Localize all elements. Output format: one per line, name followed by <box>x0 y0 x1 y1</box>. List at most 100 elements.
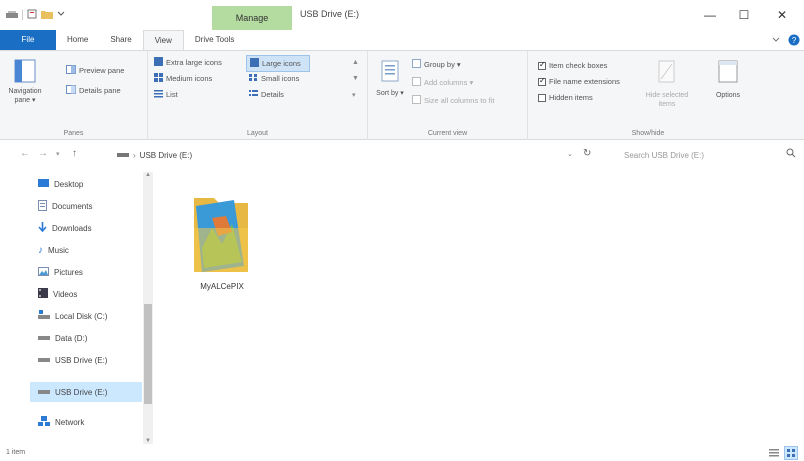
item-check-boxes-option[interactable]: Item check boxes <box>538 60 607 70</box>
small-icons-icon <box>249 73 258 84</box>
sidebar-item-network[interactable]: Network <box>30 412 142 432</box>
sidebar-item-pictures[interactable]: Pictures <box>30 262 142 282</box>
layout-item-label: List <box>166 90 178 99</box>
breadcrumb-separator-icon[interactable]: › <box>133 151 136 160</box>
preview-pane-icon <box>66 65 76 76</box>
forward-arrow-icon[interactable]: → <box>38 148 48 159</box>
drive-icon <box>38 333 50 343</box>
size-all-columns-button[interactable]: Size all columns to fit <box>412 95 494 106</box>
address-dropdown-icon[interactable]: ⌄ <box>567 150 573 158</box>
help-icon[interactable]: ? <box>788 34 800 48</box>
tab-home[interactable]: Home <box>56 30 99 50</box>
manage-tab[interactable]: Manage <box>212 6 292 30</box>
hidden-items-label: Hidden items <box>549 93 593 102</box>
scroll-up-icon[interactable]: ▲ <box>143 172 153 178</box>
sidebar-item-label: Data (D:) <box>55 333 88 343</box>
window-title: USB Drive (E:) <box>300 9 360 19</box>
sidebar-item-desktop[interactable]: Desktop <box>30 174 142 194</box>
group-by-label: Group by ▾ <box>424 60 461 69</box>
show-hide-group-label: Show/hide <box>631 130 665 137</box>
list-item[interactable]: MyALCePIX <box>190 182 254 291</box>
chevron-down-icon[interactable] <box>57 10 65 20</box>
hidden-items-checkbox[interactable] <box>538 93 546 102</box>
maximize-button[interactable]: ☐ <box>730 5 758 25</box>
new-folder-icon[interactable] <box>41 9 53 21</box>
search-input[interactable]: Search USB Drive (E:) <box>624 151 704 160</box>
layout-list[interactable]: List <box>154 89 178 100</box>
ribbon: Navigation pane ▾ Preview pane Details p… <box>0 50 804 140</box>
search-icon[interactable] <box>786 148 796 160</box>
properties-icon[interactable] <box>27 9 37 21</box>
group-by-icon <box>412 59 421 70</box>
options-label: Options <box>715 92 741 99</box>
layout-scroll-down-icon[interactable]: ▼ <box>352 75 359 82</box>
tab-view[interactable]: View <box>142 30 184 50</box>
sidebar-item-label: Local Disk (C:) <box>55 311 108 321</box>
sidebar-item-downloads[interactable]: Downloads <box>30 218 142 238</box>
large-icons-view-icon[interactable] <box>784 446 798 460</box>
file-name-extensions-checkbox[interactable] <box>538 76 546 86</box>
chevron-down-icon[interactable] <box>772 36 780 46</box>
layout-scroll-up-icon[interactable]: ▲ <box>352 59 359 66</box>
divider <box>22 10 23 20</box>
details-pane-icon <box>66 85 76 96</box>
file-name-extensions-option[interactable]: File name extensions <box>538 76 620 86</box>
usb-drive-icon <box>38 355 50 365</box>
panes-group: Navigation pane ▾ Preview pane Details p… <box>0 51 148 140</box>
sidebar-item-label: Downloads <box>52 223 92 233</box>
sidebar-item-label: Music <box>48 245 69 255</box>
layout-small-icons[interactable]: Small icons <box>249 73 299 84</box>
sidebar-item-local-disk[interactable]: Local Disk (C:) <box>30 306 142 326</box>
show-hide-group: Item check boxes File name extensions Hi… <box>528 51 768 140</box>
search-box[interactable]: Search USB Drive (E:) <box>616 146 796 164</box>
layout-extra-large-icons[interactable]: Extra large icons <box>154 57 222 68</box>
options-button[interactable]: Options <box>708 59 748 119</box>
navigation-pane-button[interactable]: Navigation pane ▾ <box>6 57 44 117</box>
drive-icon[interactable] <box>6 9 18 21</box>
hide-selected-label: Hide selected items <box>645 92 689 108</box>
add-columns-button[interactable]: Add columns ▾ <box>412 77 473 88</box>
recent-locations-chevron-icon[interactable]: ▾ <box>56 150 60 158</box>
scroll-down-icon[interactable]: ▼ <box>143 438 153 444</box>
layout-more-icon[interactable]: ▾ <box>352 91 356 99</box>
sidebar-item-data-drive[interactable]: Data (D:) <box>30 328 142 348</box>
minimize-button[interactable]: — <box>696 5 724 25</box>
download-arrow-icon <box>38 221 47 235</box>
group-by-button[interactable]: Group by ▾ <box>412 59 461 70</box>
sidebar-item-usb-drive[interactable]: USB Drive (E:) <box>30 350 142 370</box>
layout-item-label: Extra large icons <box>166 58 222 67</box>
hidden-items-option[interactable]: Hidden items <box>538 93 593 102</box>
music-note-icon: ♪ <box>38 244 43 256</box>
up-arrow-icon[interactable]: ↑ <box>72 148 77 159</box>
layout-details[interactable]: Details <box>249 89 284 100</box>
sidebar-item-videos[interactable]: Videos <box>30 284 142 304</box>
tab-drive-tools[interactable]: Drive Tools <box>184 30 245 50</box>
sort-by-button[interactable]: Sort by ▾ <box>376 59 404 119</box>
status-bar: 1 item <box>0 446 804 461</box>
layout-group-label: Layout <box>246 130 269 137</box>
item-check-boxes-checkbox[interactable] <box>538 60 546 70</box>
address-bar[interactable]: › USB Drive (E:) ⌄ ↻ <box>112 146 602 164</box>
sort-by-icon <box>380 59 400 85</box>
layout-medium-icons[interactable]: Medium icons <box>154 73 212 84</box>
details-view-icon[interactable] <box>768 447 780 461</box>
tab-share[interactable]: Share <box>99 30 142 50</box>
hide-selected-button[interactable]: Hide selected items <box>644 59 690 119</box>
scrollbar-thumb[interactable] <box>144 304 152 404</box>
refresh-icon[interactable]: ↻ <box>583 148 591 159</box>
preview-pane-button[interactable]: Preview pane <box>66 65 124 76</box>
tab-file[interactable]: File <box>0 30 56 50</box>
back-arrow-icon[interactable]: ← <box>20 148 30 159</box>
drive-icon <box>117 150 129 160</box>
sidebar-item-music[interactable]: ♪ Music <box>30 240 142 260</box>
breadcrumb[interactable]: USB Drive (E:) <box>140 151 192 160</box>
file-list: MyALCePIX <box>160 172 800 442</box>
address-row: ← → ▾ ↑ › USB Drive (E:) ⌄ ↻ Search USB … <box>0 143 804 167</box>
sidebar-item-documents[interactable]: Documents <box>30 196 142 216</box>
sidebar-item-usb-drive-selected[interactable]: USB Drive (E:) <box>30 382 142 402</box>
details-pane-button[interactable]: Details pane <box>66 85 121 96</box>
close-button[interactable]: ✕ <box>768 5 796 25</box>
layout-item-label: Small icons <box>261 74 300 83</box>
sidebar-scrollbar[interactable]: ▲ ▼ <box>143 172 153 444</box>
layout-large-icons[interactable]: Large icons <box>246 55 310 72</box>
